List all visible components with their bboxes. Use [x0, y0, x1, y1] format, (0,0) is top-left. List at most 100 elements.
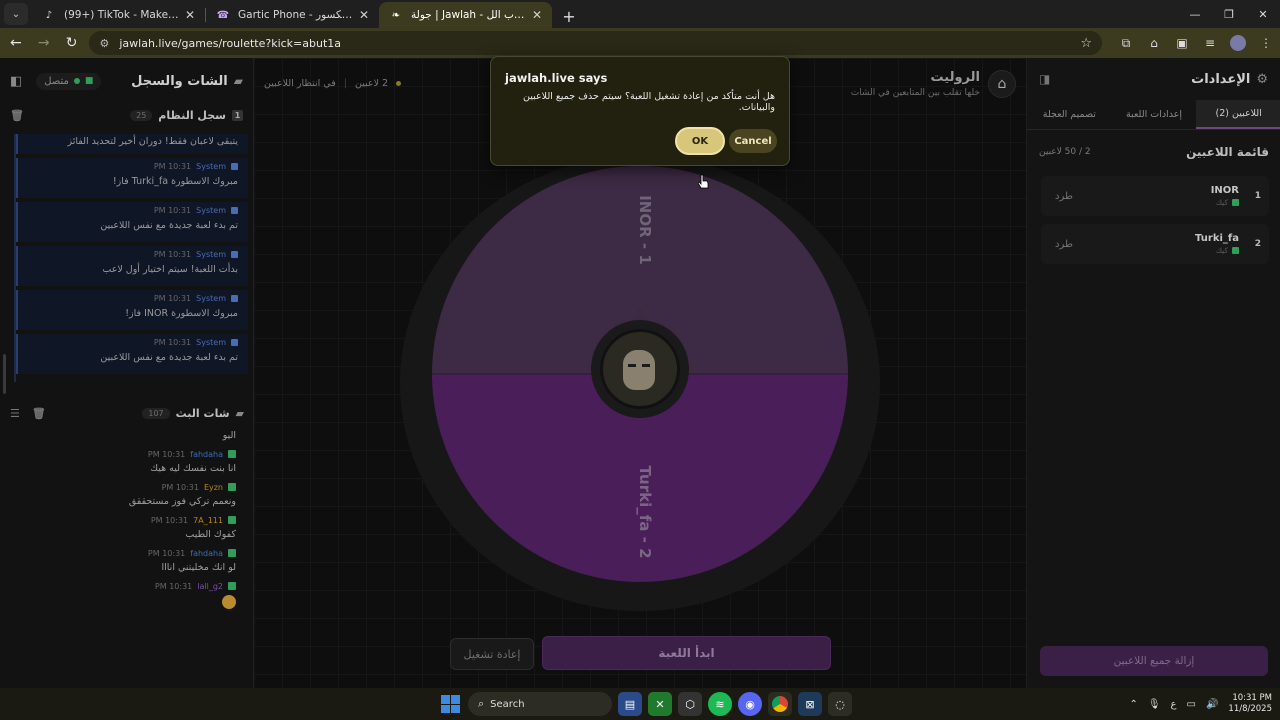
- microphone-icon[interactable]: 🎙: [1148, 699, 1161, 710]
- kick-icon: ■: [84, 76, 94, 86]
- avatar-eye: [628, 364, 636, 367]
- spotify-icon[interactable]: ≋: [708, 692, 732, 716]
- minecraft-icon[interactable]: ✕: [648, 692, 672, 716]
- close-icon[interactable]: ✕: [532, 8, 542, 22]
- chrome-icon[interactable]: [768, 692, 792, 716]
- kick-player-button[interactable]: طرد: [1049, 191, 1073, 202]
- system-log-item: System 10:31 PM بدأت اللعبة! سيتم اختيار أ…: [16, 246, 248, 286]
- close-icon[interactable]: ✕: [359, 8, 369, 22]
- site-info-icon[interactable]: ⚙: [99, 37, 109, 50]
- message-meta: System 10:31 PM: [28, 250, 238, 259]
- kick-player-button[interactable]: طرد: [1049, 239, 1073, 250]
- restart-button[interactable]: إعادة تشغيل: [450, 638, 534, 670]
- player-info: INOR كيك: [1211, 185, 1239, 207]
- streamer-avatar: [623, 350, 655, 390]
- stream-tools: 🗑 ☰: [10, 407, 46, 420]
- url-text: jawlah.live/games/roulette?kick=abut1a: [119, 36, 342, 50]
- sidepanel-icon[interactable]: ▣: [1168, 31, 1196, 55]
- message-text: تم بدء لعبة جديدة مع نفس اللاعبين: [100, 352, 238, 363]
- trash-icon[interactable]: 🗑: [32, 407, 46, 420]
- windows-start-icon[interactable]: [438, 692, 462, 716]
- menu-icon[interactable]: ⋮: [1252, 31, 1280, 55]
- clock[interactable]: 10:31 PM 11/8/2025: [1228, 693, 1272, 715]
- taskbar: ⌕ Search ▤ ✕ ⬡ ≋ ◉ ⊠ ◌ ⌃ 🎙 ع ▭ 🔊 10:31 P…: [0, 688, 1280, 720]
- cube-app-icon[interactable]: ⬡: [678, 692, 702, 716]
- language-indicator[interactable]: ع: [1171, 699, 1177, 710]
- platform-label: كيك: [1215, 198, 1228, 207]
- scrollbar[interactable]: [3, 354, 6, 394]
- system-log-header: 1 سجل النظام 25 🗑: [0, 104, 253, 126]
- chevron-up-icon[interactable]: ⌃: [1129, 699, 1137, 710]
- discord-icon[interactable]: ◉: [738, 692, 762, 716]
- filter-icon[interactable]: ☰: [10, 407, 20, 420]
- tab-game-settings[interactable]: إعدادات اللعبة: [1112, 100, 1197, 129]
- reload-icon[interactable]: ↻: [60, 31, 84, 55]
- message-meta: fahdaha 10:31 PM: [18, 447, 236, 461]
- player-platform: كيك: [1211, 198, 1239, 207]
- bookmark-star-icon[interactable]: ☆: [1080, 36, 1092, 51]
- tab-search-button[interactable]: ⌄: [4, 3, 28, 25]
- system-log-item: System 10:31 PM تم بدء لعبة جديدة مع نفس ا…: [16, 202, 248, 242]
- close-window-icon[interactable]: ✕: [1246, 0, 1280, 28]
- chat-username[interactable]: fahdaha: [190, 549, 223, 558]
- clock-date: 11/8/2025: [1228, 704, 1272, 714]
- browser-tab-gartic[interactable]: ☎ Gartic Phone - الهاتف المكسور ✕: [206, 2, 379, 28]
- message-time: 10:31 PM: [153, 338, 192, 347]
- trash-icon[interactable]: 🗑: [10, 109, 24, 122]
- message-author: System: [196, 250, 226, 259]
- start-game-button[interactable]: ابدأ اللعبة: [542, 636, 831, 670]
- terminal-icon[interactable]: ⊠: [798, 692, 822, 716]
- message-text: يتبقى لاعبان فقط! دوران أخير لتحديد الفا…: [67, 136, 239, 147]
- network-icon[interactable]: ▭: [1187, 699, 1196, 710]
- kick-icon: [1232, 247, 1239, 254]
- extensions-icon[interactable]: ⧉: [1112, 31, 1140, 55]
- chat-message: fahdaha 10:31 PM انا بنت نفسك ليه هيك: [18, 447, 236, 474]
- taskbar-search[interactable]: ⌕ Search: [468, 692, 612, 716]
- search-label: Search: [490, 698, 525, 710]
- ok-button[interactable]: OK: [675, 127, 725, 155]
- media-icon[interactable]: ≡: [1196, 31, 1224, 55]
- home-icon[interactable]: ⌂: [988, 70, 1016, 98]
- close-icon[interactable]: ✕: [185, 8, 195, 22]
- volume-icon[interactable]: 🔊: [1206, 699, 1218, 710]
- chat-header: ▰ الشات والسجل ■ متصل ◧: [0, 58, 253, 104]
- platform-label: كيك: [1215, 246, 1228, 255]
- chat-username[interactable]: Eyzn: [204, 483, 223, 492]
- chat-username[interactable]: lall_g2: [197, 582, 223, 591]
- system-log-list: يتبقى لاعبان فقط! دوران أخير لتحديد الفا…: [14, 134, 248, 382]
- system-icon: [231, 207, 238, 214]
- browser-tab-strip: ⌄ ♪ (99+) TikTok - Make Your Day ✕ ☎ Gar…: [0, 0, 1280, 28]
- browser-tab-tiktok[interactable]: ♪ (99+) TikTok - Make Your Day ✕: [32, 2, 205, 28]
- confirm-dialog: jawlah.live says هل أنت متأكد من إعادة ت…: [490, 56, 790, 166]
- jawlah-icon: ❧: [391, 9, 401, 21]
- forward-icon[interactable]: →: [32, 31, 56, 55]
- message-meta: lall_g2 10:31 PM: [18, 579, 236, 593]
- message-text: اليو: [222, 430, 236, 441]
- performance-icon[interactable]: ⌂: [1140, 31, 1168, 55]
- cancel-button[interactable]: Cancel: [729, 129, 777, 153]
- file-explorer-icon[interactable]: ▤: [618, 692, 642, 716]
- app-with-badge-icon[interactable]: ◌: [828, 692, 852, 716]
- player-info: Turki_fa كيك: [1195, 233, 1239, 255]
- tab-wheel-design[interactable]: تصميم العجلة: [1027, 100, 1112, 129]
- browser-tab-jawlah[interactable]: ❧ جولة | Jawlah - منصة الألعاب الل ✕: [379, 2, 552, 28]
- message-meta: System 10:31 PM: [28, 338, 238, 347]
- collapse-panel-icon[interactable]: ◨: [1039, 72, 1050, 86]
- remove-all-players-button[interactable]: إزالة جميع اللاعبين: [1040, 646, 1268, 676]
- player-name: Turki_fa: [1195, 233, 1239, 244]
- restore-icon[interactable]: ❐: [1212, 0, 1246, 28]
- address-bar[interactable]: ⚙ jawlah.live/games/roulette?kick=abut1a…: [89, 31, 1103, 55]
- minimize-icon[interactable]: —: [1178, 0, 1212, 28]
- waiting-label: في انتظار اللاعبين: [264, 78, 336, 89]
- message-author: System: [196, 162, 226, 171]
- tab-title: جولة | Jawlah - منصة الألعاب الل: [411, 9, 526, 21]
- tab-players[interactable]: اللاعبين (2): [1196, 100, 1280, 129]
- collapse-panel-icon[interactable]: ◧: [10, 74, 22, 89]
- profile-avatar[interactable]: [1230, 35, 1247, 51]
- message-meta: System 10:31 PM: [28, 206, 238, 215]
- chat-title-text: الشات والسجل: [131, 73, 228, 89]
- chat-username[interactable]: fahdaha: [190, 450, 223, 459]
- chat-username[interactable]: 7A_111: [193, 516, 223, 525]
- back-icon[interactable]: ←: [4, 31, 28, 55]
- new-tab-button[interactable]: +: [556, 4, 582, 28]
